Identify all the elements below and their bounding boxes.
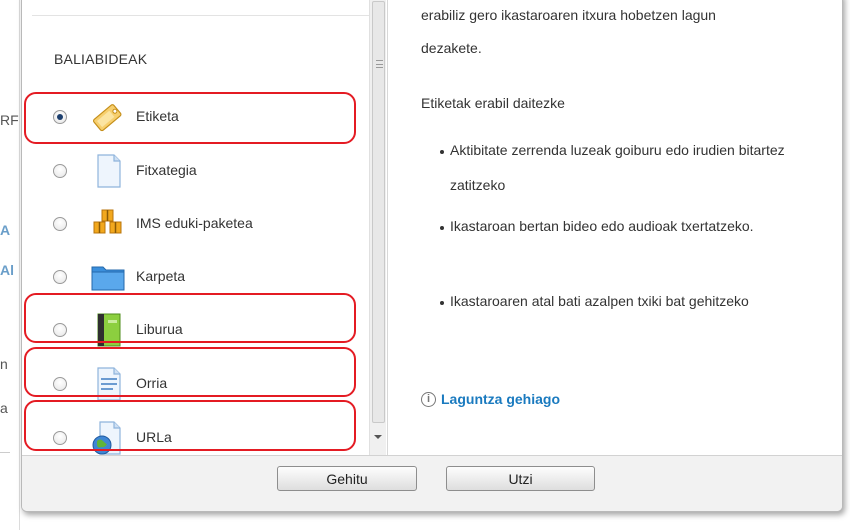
description-subheading: Etiketak erabil daitezke: [421, 95, 565, 111]
resource-radio[interactable]: [53, 270, 67, 284]
background-text: a: [0, 400, 8, 416]
highlight-outline: [24, 400, 356, 451]
dialog-footer: Gehitu Utzi: [22, 455, 842, 511]
scrollbar-thumb[interactable]: [372, 1, 385, 423]
folder-icon: [90, 259, 126, 295]
resource-option-ims-package[interactable]: IMS eduki-paketea: [22, 198, 372, 250]
background-divider: [0, 452, 10, 453]
add-activity-dialog: BALIABIDEAK Etiketa Fitxategia IMS eduki…: [21, 0, 843, 512]
resource-list-panel[interactable]: BALIABIDEAK Etiketa Fitxategia IMS eduki…: [22, 0, 387, 455]
bullet-text: Aktibitate zerrenda luzeak goiburu edo i…: [450, 142, 785, 193]
scroll-down-arrow-icon[interactable]: [374, 435, 382, 439]
section-heading-resources: BALIABIDEAK: [54, 51, 148, 67]
bullet-text: Ikastaroaren atal bati azalpen txiki bat…: [450, 293, 749, 309]
highlight-outline: [24, 293, 356, 343]
background-text: A: [0, 222, 11, 238]
highlight-outline: [24, 92, 356, 144]
info-icon: i: [421, 391, 436, 407]
resource-radio[interactable]: [53, 164, 67, 178]
bullet-text: Ikastaroan bertan bideo edo audioak txer…: [450, 218, 754, 234]
bullet-icon: [440, 226, 444, 230]
background-text: RF: [0, 112, 19, 128]
description-text: dezakete.: [421, 40, 482, 56]
list-scrollbar[interactable]: [369, 0, 386, 455]
resource-radio[interactable]: [53, 217, 67, 231]
highlight-outline: [24, 347, 356, 397]
resource-option-folder-text: Karpeta: [136, 268, 186, 284]
more-help-link[interactable]: i Laguntza gehiago: [421, 391, 560, 407]
cancel-button[interactable]: Utzi: [446, 466, 595, 491]
resource-option-file-text: Fitxategia: [136, 162, 197, 178]
description-text: erabiliz gero ikastaroaren itxura hobetz…: [421, 7, 716, 23]
add-button[interactable]: Gehitu: [277, 466, 417, 491]
dialog-body: BALIABIDEAK Etiketa Fitxategia IMS eduki…: [22, 0, 842, 455]
bullet-icon: [440, 150, 444, 154]
grip-icon: [376, 60, 383, 68]
more-help-link-text[interactable]: Laguntza gehiago: [441, 391, 560, 407]
background-text: Al: [0, 262, 14, 278]
bullet-icon: [440, 301, 444, 305]
resource-option-ims-package-text: IMS eduki-paketea: [136, 215, 253, 231]
resource-option-file[interactable]: Fitxategia: [22, 145, 372, 197]
background-page: RF A Al n a: [0, 0, 20, 530]
ims-package-icon: [90, 206, 126, 242]
file-icon: [90, 153, 126, 189]
list-divider: [32, 15, 372, 16]
background-text: n: [0, 356, 8, 372]
resource-description-panel: erabiliz gero ikastaroaren itxura hobetz…: [387, 0, 842, 455]
